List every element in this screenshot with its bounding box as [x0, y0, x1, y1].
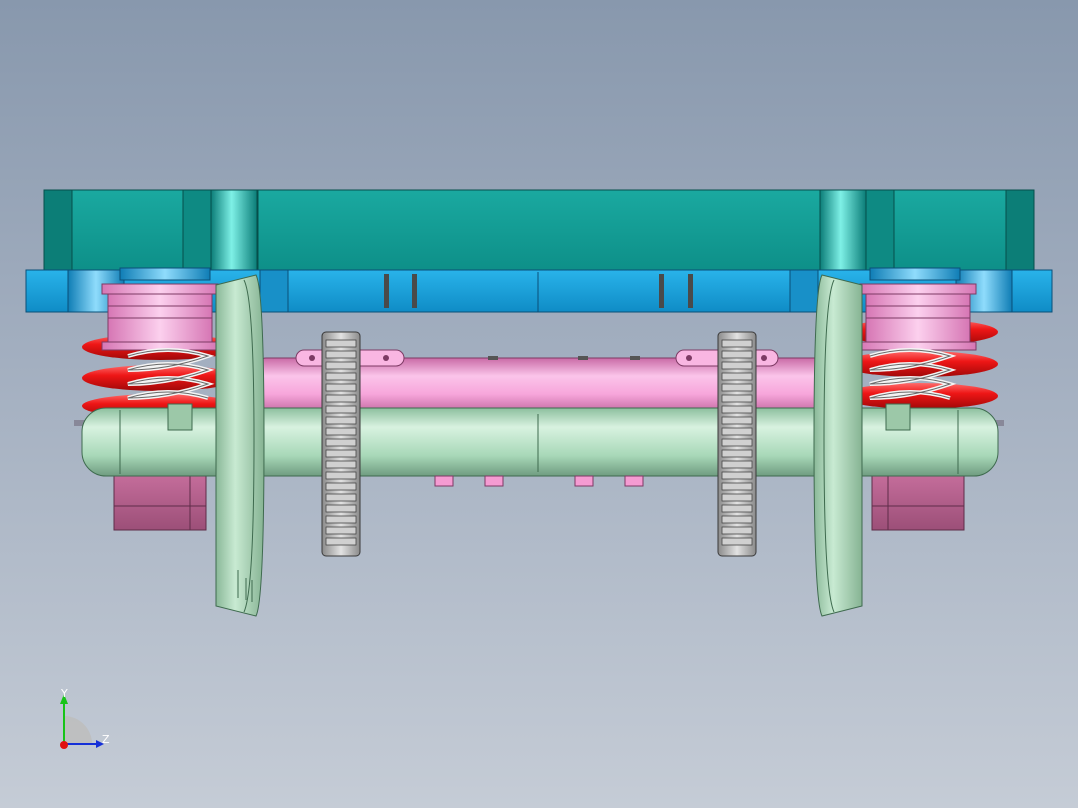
upper-frame[interactable]	[43, 189, 1035, 273]
gear-tooth	[325, 372, 357, 381]
wheel-right[interactable]	[813, 274, 863, 617]
gear-tooth	[721, 394, 753, 403]
triad-quadrant-icon	[64, 716, 92, 744]
gear-tooth	[721, 427, 753, 436]
gear-tooth	[325, 438, 357, 447]
gear-tooth	[325, 537, 357, 546]
triad-z-label: Z	[102, 733, 110, 746]
orientation-triad[interactable]	[60, 694, 104, 749]
axle-box-left[interactable]	[101, 283, 219, 351]
gear-tooth	[721, 537, 753, 546]
gear-tooth	[721, 339, 753, 348]
gear-tooth	[721, 449, 753, 458]
gear-tooth	[721, 416, 753, 425]
gear-tooth	[721, 471, 753, 480]
gear-tooth	[325, 339, 357, 348]
gear-tooth	[721, 482, 753, 491]
gear-tooth	[721, 493, 753, 502]
gear-tooth	[325, 394, 357, 403]
wheelset-axle[interactable]	[74, 403, 1004, 477]
gear-tooth	[325, 515, 357, 524]
gear-tooth	[721, 361, 753, 370]
gear-tooth	[721, 372, 753, 381]
model-scene[interactable]	[0, 0, 1078, 808]
gear-tooth	[721, 438, 753, 447]
gear-tooth	[325, 482, 357, 491]
lower-mount-right[interactable]	[871, 469, 965, 531]
gear-tooth	[721, 383, 753, 392]
gear-tooth	[721, 350, 753, 359]
wheel-left[interactable]	[215, 274, 265, 617]
gear-tooth	[721, 526, 753, 535]
graphics-viewport[interactable]: Y Z	[0, 0, 1078, 808]
gear-left[interactable]	[321, 331, 361, 557]
gear-tooth	[325, 526, 357, 535]
gear-tooth	[325, 449, 357, 458]
gear-tooth	[721, 504, 753, 513]
gear-tooth	[325, 350, 357, 359]
gear-tooth	[325, 405, 357, 414]
gear-tooth	[325, 416, 357, 425]
gear-tooth	[721, 515, 753, 524]
axle-box-right[interactable]	[859, 283, 977, 351]
gear-tooth	[721, 460, 753, 469]
lower-mount-left[interactable]	[113, 469, 207, 531]
gear-right[interactable]	[717, 331, 757, 557]
axle-tabs	[434, 475, 644, 487]
gear-tooth	[325, 471, 357, 480]
gear-tooth	[325, 427, 357, 436]
x-axis-dot-icon	[60, 741, 68, 749]
gear-tooth	[325, 504, 357, 513]
gear-tooth	[721, 405, 753, 414]
gear-tooth	[325, 361, 357, 370]
gear-tooth	[325, 460, 357, 469]
gear-tooth	[325, 493, 357, 502]
triad-y-label: Y	[61, 687, 68, 700]
gear-tooth	[325, 383, 357, 392]
